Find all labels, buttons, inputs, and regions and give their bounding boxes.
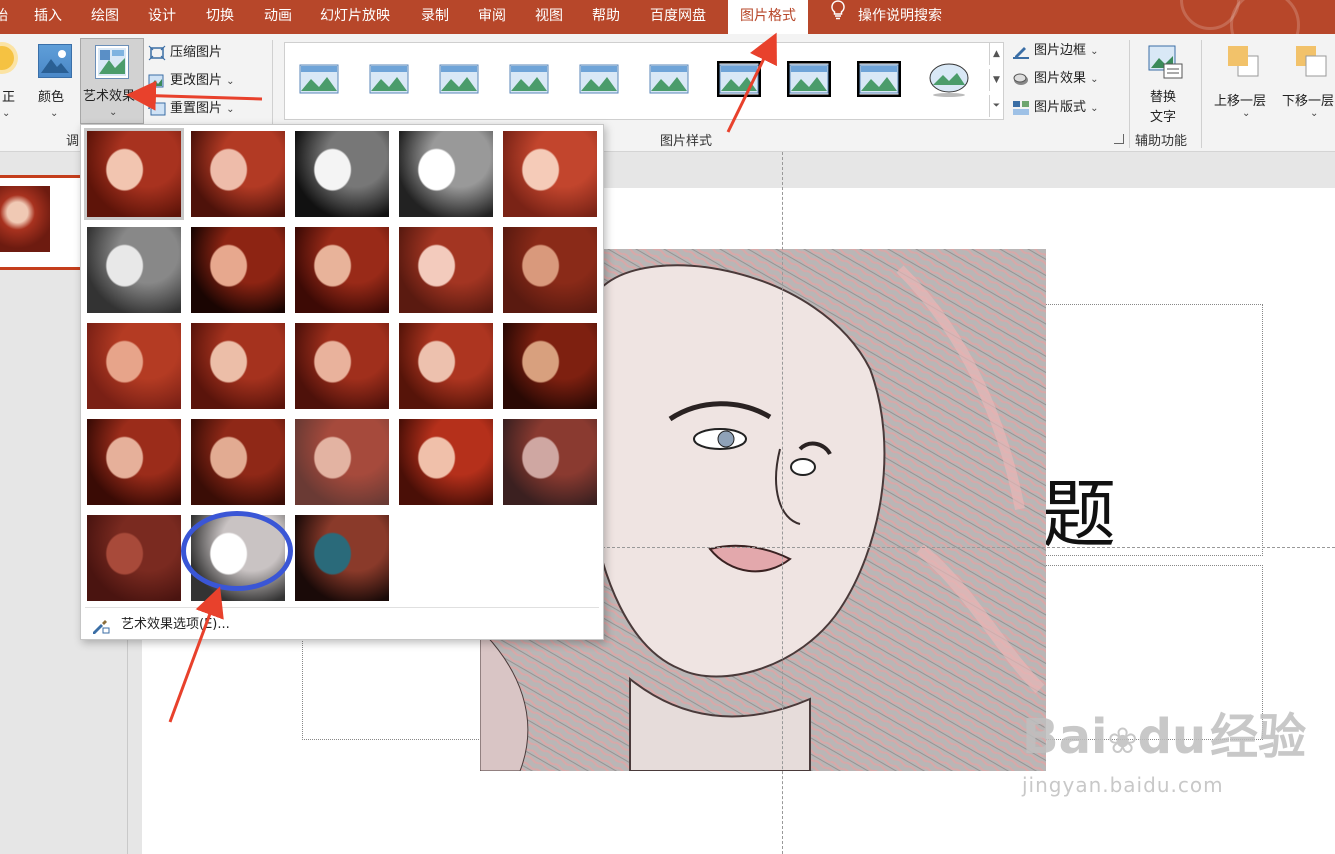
watermark-brand: Bai xyxy=(1022,709,1108,765)
watermark-cn: 经验 xyxy=(1210,709,1307,765)
paw-icon: ❀ xyxy=(1107,721,1138,762)
arrow-to-effect-cell xyxy=(168,586,224,723)
watermark-brand2: du xyxy=(1137,709,1207,765)
arrow-to-art-effects xyxy=(126,80,263,111)
watermark-url: jingyan.baidu.com xyxy=(1022,773,1224,797)
baidu-watermark: Bai❀du经验 jingyan.baidu.com xyxy=(1022,712,1306,797)
arrow-to-picture-format-tab xyxy=(726,32,777,133)
